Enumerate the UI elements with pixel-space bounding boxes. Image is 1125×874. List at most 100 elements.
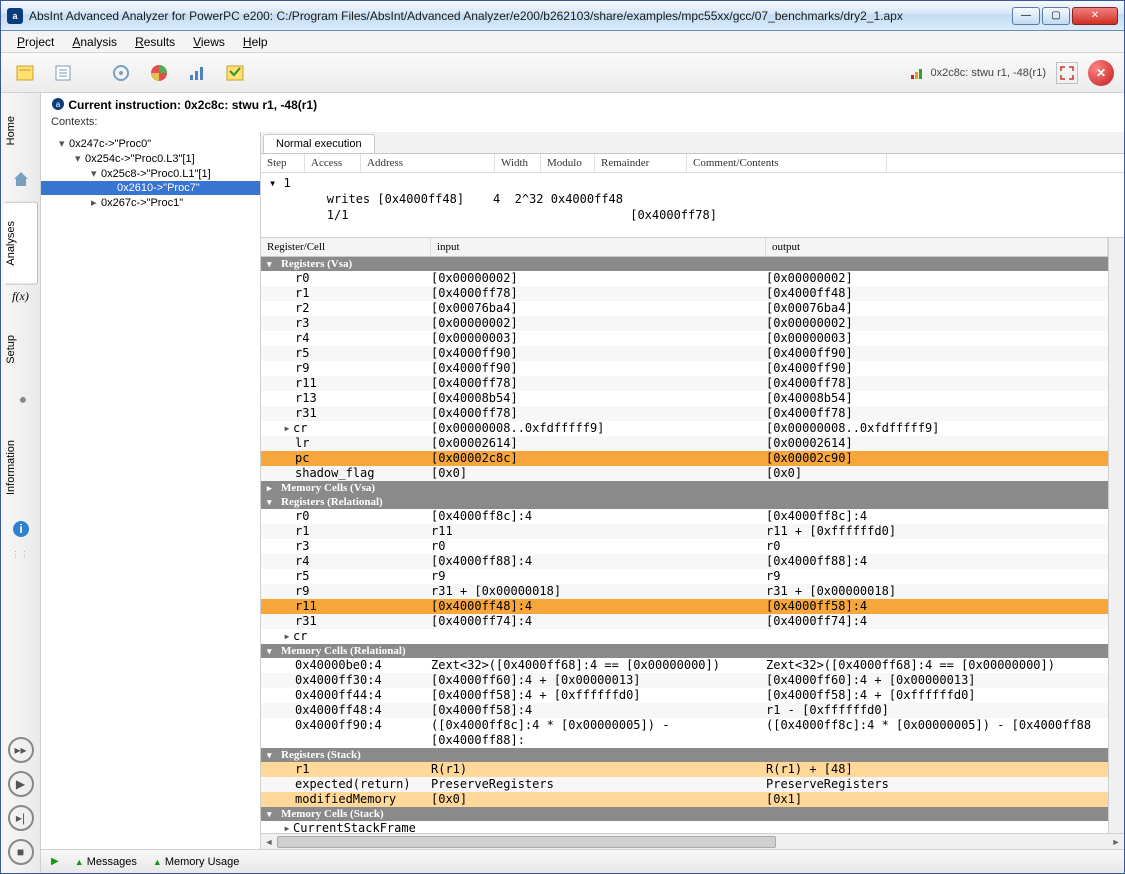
table-row[interactable]: r31[0x4000ff74]:4[0x4000ff74]:4 bbox=[261, 614, 1108, 629]
run-icon[interactable]: ▶ bbox=[51, 856, 59, 867]
section-header[interactable]: ▾Memory Cells (Relational) bbox=[261, 644, 1108, 658]
window-title: AbsInt Advanced Analyzer for PowerPC e20… bbox=[29, 9, 1012, 23]
exec-line: writes [0x4000ff48] 4 2^32 0x4000ff48 bbox=[269, 191, 1116, 207]
toolbar-btn-2[interactable] bbox=[49, 59, 77, 87]
table-row[interactable]: 0x4000ff90:4([0x4000ff8c]:4 * [0x0000000… bbox=[261, 718, 1108, 748]
exec-header[interactable]: Step bbox=[261, 154, 305, 172]
exec-line: 1/1 [0x4000ff78] bbox=[269, 207, 1116, 223]
table-row[interactable]: r31[0x4000ff78][0x4000ff78] bbox=[261, 406, 1108, 421]
status-memory[interactable]: Memory Usage bbox=[165, 856, 240, 868]
fx-icon: f(x) bbox=[12, 289, 29, 304]
table-row[interactable]: r1[0x4000ff78][0x4000ff48] bbox=[261, 286, 1108, 301]
table-row[interactable]: r3[0x00000002][0x00000002] bbox=[261, 316, 1108, 331]
toolbar-btn-4[interactable] bbox=[145, 59, 173, 87]
table-row[interactable]: 0x40000be0:4Zext<32>([0x4000ff68]:4 == [… bbox=[261, 658, 1108, 673]
table-row[interactable]: modifiedMemory[0x0][0x1] bbox=[261, 792, 1108, 807]
toolbar-btn-1[interactable] bbox=[11, 59, 39, 87]
menu-help[interactable]: Help bbox=[235, 33, 276, 51]
exec-header[interactable]: Address bbox=[361, 154, 495, 172]
section-header[interactable]: ▸Memory Cells (Vsa) bbox=[261, 481, 1108, 495]
table-row[interactable]: r11[0x4000ff78][0x4000ff78] bbox=[261, 376, 1108, 391]
table-row[interactable]: r0[0x00000002][0x00000002] bbox=[261, 271, 1108, 286]
toolbar-btn-5[interactable] bbox=[183, 59, 211, 87]
table-row[interactable]: r4[0x00000003][0x00000003] bbox=[261, 331, 1108, 346]
table-row[interactable]: 0x4000ff30:4[0x4000ff60]:4 + [0x00000013… bbox=[261, 673, 1108, 688]
playback-controls: ▸▸ ▶ ▸| ■ bbox=[1, 729, 41, 873]
table-row[interactable]: r4[0x4000ff88]:4[0x4000ff88]:4 bbox=[261, 554, 1108, 569]
table-row[interactable]: r9r31 + [0x00000018]r31 + [0x00000018] bbox=[261, 584, 1108, 599]
error-icon[interactable]: ✕ bbox=[1088, 60, 1114, 86]
maximize-button[interactable]: ▢ bbox=[1042, 7, 1070, 25]
table-row[interactable]: ▸cr bbox=[261, 629, 1108, 644]
play-button[interactable]: ▶ bbox=[8, 771, 34, 797]
menu-results[interactable]: Results bbox=[127, 33, 183, 51]
close-button[interactable]: ✕ bbox=[1072, 7, 1118, 25]
vertical-scrollbar[interactable] bbox=[1108, 238, 1124, 833]
col-input[interactable]: input bbox=[431, 238, 766, 256]
table-row[interactable]: r5[0x4000ff90][0x4000ff90] bbox=[261, 346, 1108, 361]
exec-header[interactable]: Modulo bbox=[541, 154, 595, 172]
contexts-label: Contexts: bbox=[41, 114, 1124, 132]
tree-node[interactable]: 0x2610->"Proc7" bbox=[41, 181, 260, 195]
status-text: 0x2c8c: stwu r1, -48(r1) bbox=[930, 67, 1046, 79]
main-area: a Current instruction: 0x2c8c: stwu r1, … bbox=[41, 93, 1124, 873]
stop-button[interactable]: ■ bbox=[8, 839, 34, 865]
titlebar: a AbsInt Advanced Analyzer for PowerPC e… bbox=[1, 1, 1124, 31]
section-header[interactable]: ▾Registers (Relational) bbox=[261, 495, 1108, 509]
exec-header[interactable]: Remainder bbox=[595, 154, 687, 172]
register-table[interactable]: Register/Cell input output ▾Registers (V… bbox=[261, 238, 1108, 833]
sidetab-setup[interactable]: Setup bbox=[4, 316, 38, 383]
table-row[interactable]: pc[0x00002c8c][0x00002c90] bbox=[261, 451, 1108, 466]
section-header[interactable]: ▾Memory Cells (Stack) bbox=[261, 807, 1108, 821]
table-row[interactable]: lr[0x00002614][0x00002614] bbox=[261, 436, 1108, 451]
table-row[interactable]: r1r11r11 + [0xffffffd0] bbox=[261, 524, 1108, 539]
sidetab-home[interactable]: Home bbox=[4, 97, 38, 164]
tree-node[interactable]: ▾0x25c8->"Proc0.L1"[1] bbox=[41, 166, 260, 181]
col-output[interactable]: output bbox=[766, 238, 1108, 256]
table-row[interactable]: r2[0x00076ba4][0x00076ba4] bbox=[261, 301, 1108, 316]
table-row[interactable]: 0x4000ff48:4[0x4000ff58]:4r1 - [0xffffff… bbox=[261, 703, 1108, 718]
table-row[interactable]: r5r9r9 bbox=[261, 569, 1108, 584]
sidetab-analyses[interactable]: Analyses bbox=[4, 202, 38, 285]
table-row[interactable]: r0[0x4000ff8c]:4[0x4000ff8c]:4 bbox=[261, 509, 1108, 524]
menubar: Project Analysis Results Views Help bbox=[1, 31, 1124, 53]
toolbar-btn-3[interactable] bbox=[107, 59, 135, 87]
toolbar-btn-6[interactable] bbox=[221, 59, 249, 87]
tab-normal-execution[interactable]: Normal execution bbox=[263, 134, 375, 153]
menu-views[interactable]: Views bbox=[185, 33, 233, 51]
signal-icon bbox=[911, 67, 922, 79]
fullscreen-button[interactable] bbox=[1056, 62, 1078, 84]
sidetab-information[interactable]: Information bbox=[4, 421, 38, 514]
exec-header[interactable]: Width bbox=[495, 154, 541, 172]
exec-header[interactable]: Access bbox=[305, 154, 361, 172]
play-fast-button[interactable]: ▸▸ bbox=[8, 737, 34, 763]
tree-node[interactable]: ▸0x267c->"Proc1" bbox=[41, 195, 260, 210]
section-header[interactable]: ▾Registers (Vsa) bbox=[261, 257, 1108, 271]
status-messages[interactable]: Messages bbox=[87, 856, 137, 868]
menu-analysis[interactable]: Analysis bbox=[64, 33, 125, 51]
minimize-button[interactable]: — bbox=[1012, 7, 1040, 25]
col-register[interactable]: Register/Cell bbox=[261, 238, 431, 256]
section-header[interactable]: ▾Registers (Stack) bbox=[261, 748, 1108, 762]
table-row[interactable]: 0x4000ff44:4[0x4000ff58]:4 + [0xffffffd0… bbox=[261, 688, 1108, 703]
menu-project[interactable]: Project bbox=[9, 33, 62, 51]
table-row[interactable]: ▸CurrentStackFrame bbox=[261, 821, 1108, 833]
statusbar: ▶ ▲ Messages ▲ Memory Usage bbox=[41, 849, 1124, 873]
table-row[interactable]: r9[0x4000ff90][0x4000ff90] bbox=[261, 361, 1108, 376]
context-tree[interactable]: ▾0x247c->"Proc0"▾0x254c->"Proc0.L3"[1]▾0… bbox=[41, 132, 261, 849]
step-button[interactable]: ▸| bbox=[8, 805, 34, 831]
table-row[interactable]: r11[0x4000ff48]:4[0x4000ff58]:4 bbox=[261, 599, 1108, 614]
table-row[interactable]: shadow_flag[0x0][0x0] bbox=[261, 466, 1108, 481]
toolbar: 0x2c8c: stwu r1, -48(r1) ✕ bbox=[1, 53, 1124, 93]
step-toggle[interactable]: ▾ 1 bbox=[269, 175, 309, 191]
table-row[interactable]: r1R(r1)R(r1) + [48] bbox=[261, 762, 1108, 777]
horizontal-scrollbar[interactable]: ◄► bbox=[261, 833, 1124, 849]
app-window: a AbsInt Advanced Analyzer for PowerPC e… bbox=[0, 0, 1125, 874]
tree-node[interactable]: ▾0x247c->"Proc0" bbox=[41, 136, 260, 151]
table-row[interactable]: expected(return)PreserveRegistersPreserv… bbox=[261, 777, 1108, 792]
table-row[interactable]: r3r0r0 bbox=[261, 539, 1108, 554]
tree-node[interactable]: ▾0x254c->"Proc0.L3"[1] bbox=[41, 151, 260, 166]
table-row[interactable]: r13[0x40008b54][0x40008b54] bbox=[261, 391, 1108, 406]
exec-header[interactable]: Comment/Contents bbox=[687, 154, 887, 172]
table-row[interactable]: ▸cr[0x00000008..0xfdfffff9][0x00000008..… bbox=[261, 421, 1108, 436]
